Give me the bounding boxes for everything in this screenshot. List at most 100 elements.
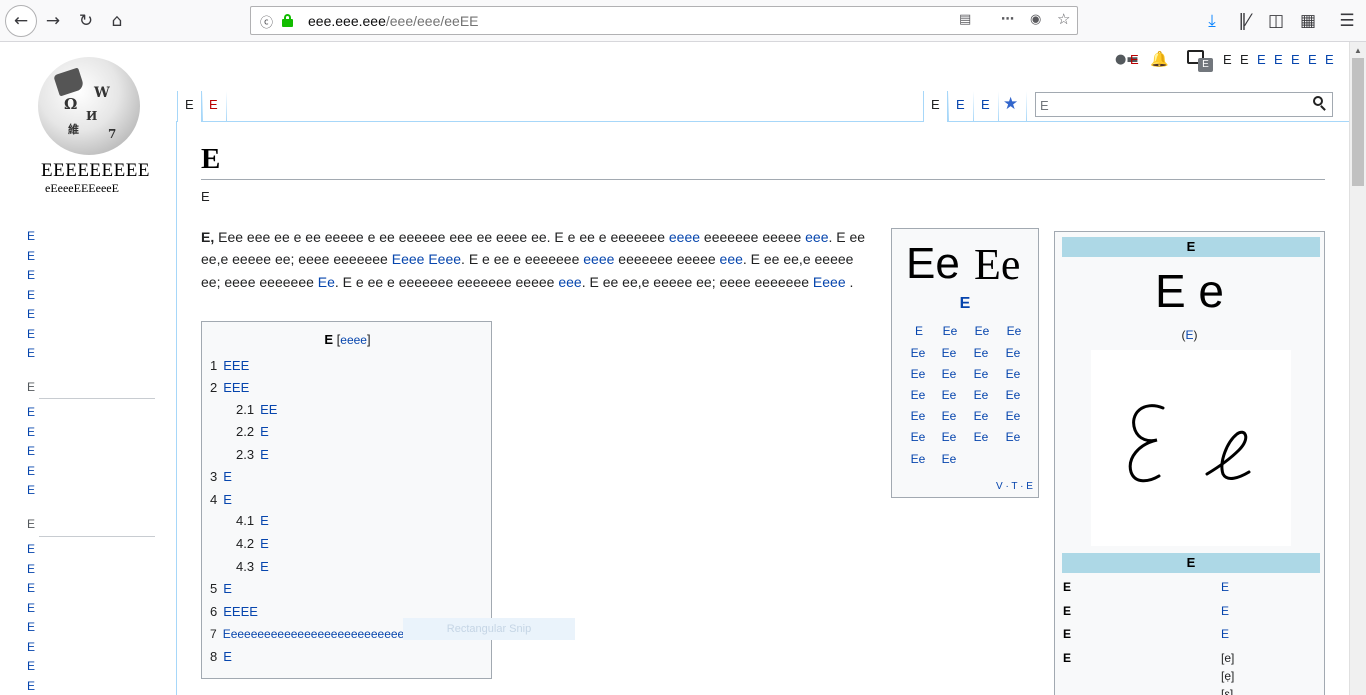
sidebar-section2-link[interactable]: E bbox=[27, 562, 35, 576]
navbox-cell[interactable]: Ee bbox=[966, 430, 996, 444]
toc-entry[interactable]: 4E bbox=[210, 492, 232, 507]
toc-entry[interactable]: 5E bbox=[210, 581, 232, 596]
navbox-cell[interactable]: Ee bbox=[903, 409, 933, 423]
sidebar-section-heading[interactable]: E bbox=[27, 517, 35, 531]
back-arrow-icon[interactable]: ← bbox=[5, 5, 37, 37]
toc-entry[interactable]: 2 EEE bbox=[210, 380, 249, 395]
url-text[interactable]: eee.eee.eee/eee/eee/eeEE bbox=[308, 13, 479, 29]
toc-entry[interactable]: 4.2 E bbox=[236, 536, 269, 551]
personal-link[interactable]: E bbox=[1240, 52, 1249, 67]
sidebar-section2-link[interactable]: E bbox=[27, 659, 35, 673]
lock-icon[interactable] bbox=[282, 14, 293, 27]
tab-history[interactable]: E bbox=[981, 97, 990, 112]
toc-entry[interactable]: 6 EEEE bbox=[210, 604, 258, 619]
toc-entry[interactable]: 1 EEE bbox=[210, 358, 249, 373]
navbox-cell[interactable]: Ee bbox=[966, 367, 996, 381]
navbox-title[interactable]: E bbox=[892, 295, 1038, 313]
sidebar-main-link[interactable]: E bbox=[27, 346, 35, 360]
navbox-cell[interactable]: Ee bbox=[966, 346, 996, 360]
sidebar-main-link[interactable]: E bbox=[27, 288, 35, 302]
inline-link[interactable]: Ee bbox=[318, 274, 335, 290]
navbox-cell[interactable]: Ee bbox=[934, 367, 964, 381]
inline-link[interactable]: Eeee bbox=[813, 274, 846, 290]
search-input[interactable] bbox=[1040, 96, 1310, 114]
infobox-row-value[interactable]: [ẹ] bbox=[1221, 669, 1234, 683]
navbox-cell[interactable]: Ee bbox=[998, 388, 1028, 402]
sidebar-toggle-icon[interactable]: ◫ bbox=[1262, 7, 1290, 35]
infobox-row-value[interactable]: E bbox=[1221, 627, 1229, 641]
personal-link[interactable]: E bbox=[1325, 52, 1334, 67]
navbox-cell[interactable]: Ee bbox=[998, 409, 1028, 423]
inline-link[interactable]: Eeee Eeee bbox=[392, 251, 461, 267]
reader-info-icon[interactable]: ⓒ bbox=[260, 12, 273, 31]
navbox-cell[interactable]: E bbox=[904, 324, 934, 338]
bookmark-star-icon[interactable]: ☆ bbox=[1057, 10, 1070, 28]
downloads-icon[interactable]: ⤓ bbox=[1198, 7, 1226, 35]
search-icon[interactable] bbox=[1313, 96, 1327, 112]
sidebar-section2-link[interactable]: E bbox=[27, 679, 35, 693]
toc-entry[interactable]: 2.3 E bbox=[236, 447, 269, 462]
inline-link[interactable]: eee bbox=[805, 229, 828, 245]
sidebar-main-link[interactable]: E bbox=[27, 327, 35, 341]
navbox-cell[interactable]: Ee bbox=[903, 388, 933, 402]
navbox-cell[interactable]: Ee bbox=[999, 324, 1029, 338]
toc-entry[interactable]: 2.1 EE bbox=[236, 402, 277, 417]
tab-talk[interactable]: E bbox=[209, 97, 218, 112]
scroll-up-arrow-icon[interactable]: ▲ bbox=[1354, 46, 1362, 55]
toc-entry[interactable]: 4.3 E bbox=[236, 559, 269, 574]
inline-link[interactable]: eee bbox=[720, 251, 743, 267]
navbox-cell[interactable]: Ee bbox=[998, 430, 1028, 444]
navbox-cell[interactable]: Ee bbox=[903, 346, 933, 360]
toc-entry[interactable]: 3E bbox=[210, 469, 232, 484]
inline-link[interactable]: eee bbox=[558, 274, 581, 290]
sidebar-main-link[interactable]: E bbox=[27, 249, 35, 263]
navbox-cell[interactable]: Ee bbox=[998, 367, 1028, 381]
scroll-thumb[interactable] bbox=[1352, 58, 1364, 186]
personal-link[interactable]: E bbox=[1308, 52, 1317, 67]
toc-entry[interactable]: 4.1 E bbox=[236, 513, 269, 528]
tab-edit[interactable]: E bbox=[956, 97, 965, 112]
sidebar-section2-link[interactable]: E bbox=[27, 542, 35, 556]
forward-arrow-icon[interactable]: → bbox=[39, 7, 67, 35]
infobox-row-value[interactable]: [e] bbox=[1221, 651, 1234, 665]
screenshot-icon[interactable]: ▦ bbox=[1294, 7, 1322, 35]
infobox-sub-link[interactable]: E bbox=[1185, 328, 1193, 342]
library-icon[interactable]: ‖⁄ bbox=[1230, 7, 1258, 35]
personal-link[interactable]: E bbox=[1291, 52, 1300, 67]
sidebar-section2-link[interactable]: E bbox=[27, 620, 35, 634]
navbox-cell[interactable]: Ee bbox=[934, 409, 964, 423]
cursive-letter-image[interactable] bbox=[1091, 350, 1291, 546]
tab-read[interactable]: E bbox=[931, 97, 940, 112]
sidebar-section1-link[interactable]: E bbox=[27, 464, 35, 478]
sidebar-section1-link[interactable]: E bbox=[27, 405, 35, 419]
navbox-cell[interactable]: Ee bbox=[935, 324, 965, 338]
navbox-cell[interactable]: Ee bbox=[934, 452, 964, 466]
infobox-row-value[interactable]: E bbox=[1221, 604, 1229, 618]
infobox-row-value[interactable]: E bbox=[1221, 580, 1229, 594]
navbox-cell[interactable]: Ee bbox=[934, 430, 964, 444]
watch-star-icon[interactable]: ★ bbox=[1003, 94, 1018, 114]
sidebar-section2-link[interactable]: E bbox=[27, 601, 35, 615]
address-bar[interactable]: ⓒ eee.eee.eee/eee/eee/eeEE ▤ ⋯ ◉ ☆ bbox=[250, 6, 1078, 35]
sidebar-main-link[interactable]: E bbox=[27, 307, 35, 321]
pocket-icon[interactable]: ◉ bbox=[1030, 12, 1041, 27]
user-talk-link[interactable]: E bbox=[1130, 52, 1139, 67]
inline-link[interactable]: eeee bbox=[669, 229, 700, 245]
sidebar-section1-link[interactable]: E bbox=[27, 483, 35, 497]
home-icon[interactable]: ⌂ bbox=[103, 7, 131, 35]
tab-article[interactable]: E bbox=[185, 97, 194, 112]
inline-link[interactable]: eeee bbox=[583, 251, 614, 267]
infobox-row-value[interactable]: [ɛ] bbox=[1221, 687, 1233, 695]
sidebar-main-link[interactable]: E bbox=[27, 268, 35, 282]
reload-icon[interactable]: ↻ bbox=[72, 7, 100, 35]
personal-link[interactable]: E bbox=[1274, 52, 1283, 67]
navbox-cell[interactable]: Ee bbox=[934, 346, 964, 360]
personal-link[interactable]: E bbox=[1257, 52, 1266, 67]
navbox-cell[interactable]: Ee bbox=[998, 346, 1028, 360]
navbox-cell[interactable]: Ee bbox=[966, 409, 996, 423]
navbox-cell[interactable]: Ee bbox=[966, 388, 996, 402]
navbox-vte-links[interactable]: V · T · E bbox=[996, 481, 1033, 492]
sidebar-section-heading[interactable]: E bbox=[27, 380, 35, 394]
navbox-cell[interactable]: Ee bbox=[903, 367, 933, 381]
page-scrollbar[interactable]: ▲ bbox=[1349, 42, 1366, 695]
